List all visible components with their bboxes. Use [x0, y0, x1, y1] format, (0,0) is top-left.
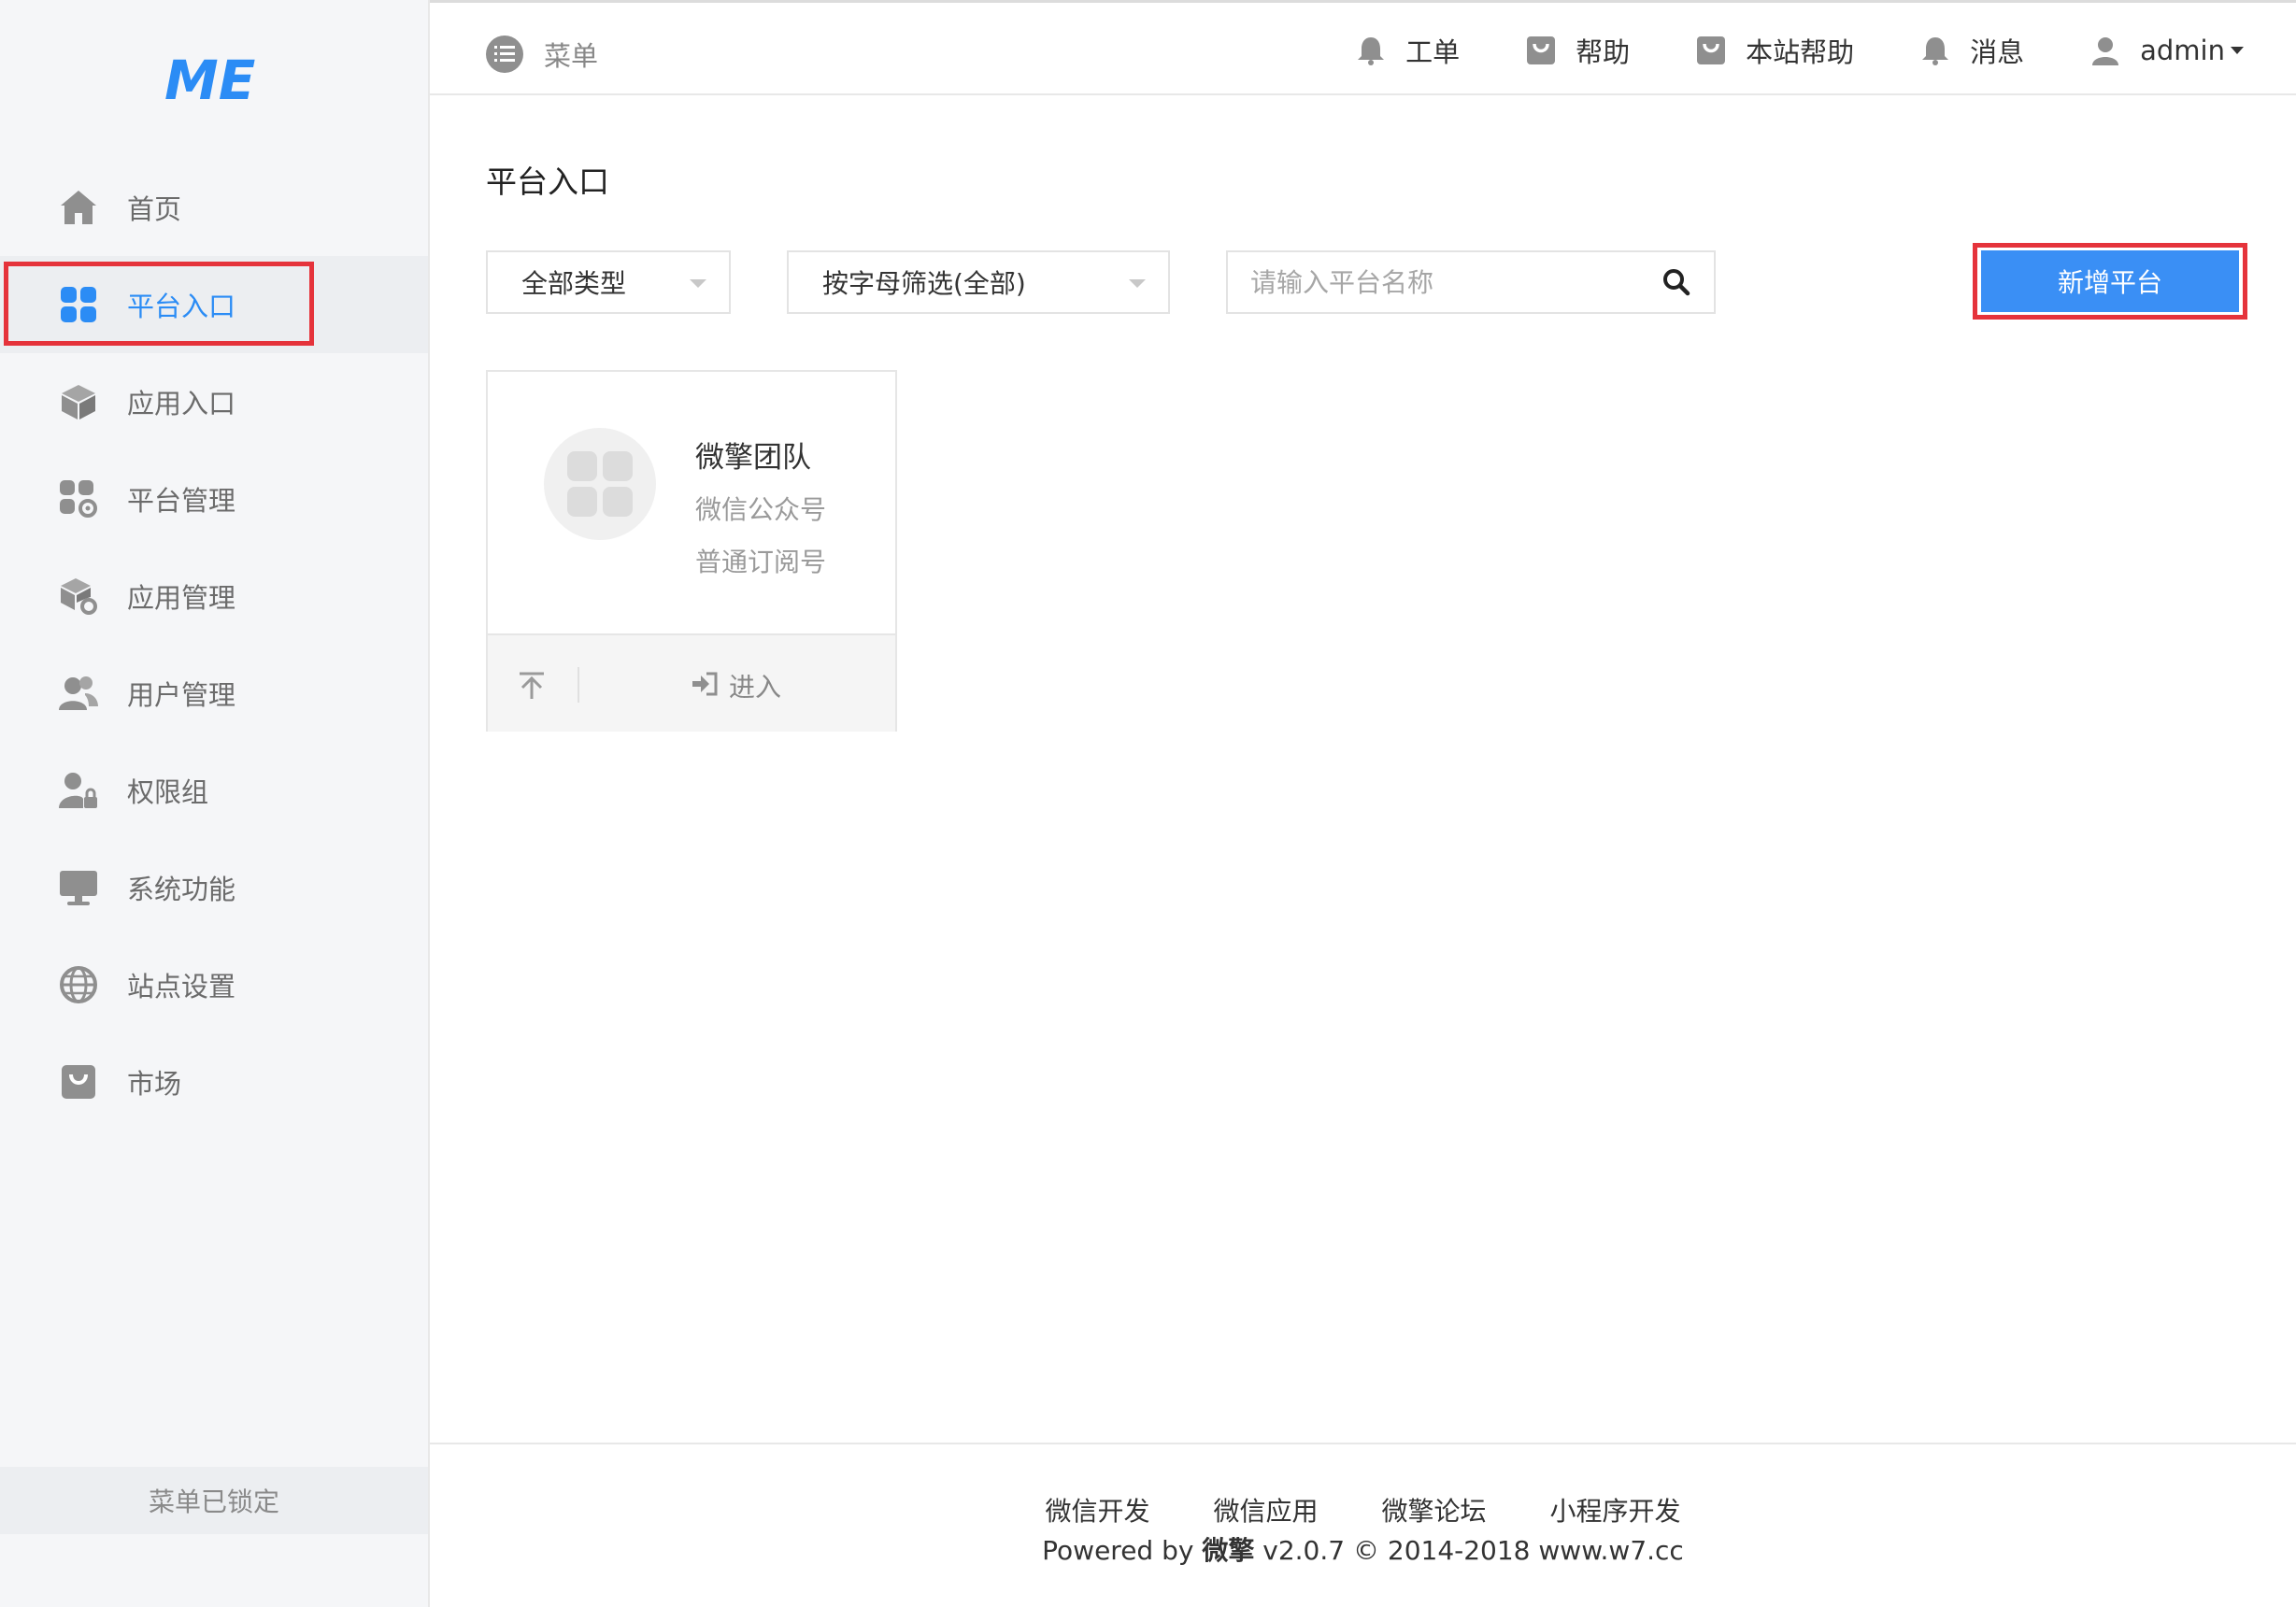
bag-icon [1525, 35, 1557, 66]
type-filter-select[interactable]: 全部类型 [486, 250, 731, 314]
search-input[interactable] [1228, 252, 1639, 312]
home-icon [58, 187, 99, 228]
grid-icon [567, 451, 633, 517]
topbar-link-help[interactable]: 帮助 [1525, 31, 1630, 70]
menu-locked-toggle[interactable]: 菜单已锁定 [0, 1467, 428, 1534]
users-icon [58, 673, 99, 714]
username: admin [2140, 35, 2225, 66]
sidebar-item-user-manage[interactable]: 用户管理 [0, 645, 428, 742]
sidebar-item-platform-manage[interactable]: 平台管理 [0, 450, 428, 548]
platform-name: 微擎团队 [695, 441, 811, 475]
chevron-down-icon [1129, 279, 1146, 288]
add-platform-button[interactable]: 新增平台 [1981, 250, 2239, 312]
pin-top-icon[interactable] [516, 669, 548, 701]
footer-links: 微信开发 微信应用 微擎论坛 小程序开发 [430, 1491, 2296, 1529]
letter-filter-value: 按字母筛选(全部) [822, 268, 1026, 299]
topbar-link-label: 消息 [1970, 36, 2025, 68]
sidebar-item-label: 平台管理 [127, 485, 236, 517]
powered-by: Powered by 微擎 v2.0.7 © 2014-2018 www.w7.… [430, 1530, 2296, 1568]
topbar-link-ticket[interactable]: 工单 [1355, 31, 1460, 70]
sidebar-item-app-entry[interactable]: 应用入口 [0, 353, 428, 450]
footer-link-forum[interactable]: 微擎论坛 [1382, 1491, 1487, 1529]
letter-filter-select[interactable]: 按字母筛选(全部) [787, 250, 1170, 314]
footer: 微信开发 微信应用 微擎论坛 小程序开发 Powered by 微擎 v2.0.… [430, 1443, 2296, 1607]
sidebar-item-home[interactable]: 首页 [0, 159, 428, 256]
platform-type: 微信公众号 [695, 494, 827, 525]
bell-icon [1919, 35, 1951, 66]
caret-down-icon [2231, 47, 2244, 54]
sidebar-item-platform-entry[interactable]: 平台入口 [0, 256, 428, 353]
cube-gear-icon [58, 576, 99, 617]
sidebar-nav: 首页 平台入口 应用入口 平台管理 应用管理 用户管理 权限组 系统功能 站点设… [0, 159, 428, 1131]
sidebar-item-label: 权限组 [127, 776, 209, 808]
platform-card: 微擎团队 微信公众号 普通订阅号 进入 [486, 370, 897, 732]
sidebar-item-permission-group[interactable]: 权限组 [0, 742, 428, 839]
type-filter-value: 全部类型 [521, 268, 627, 299]
list-icon [486, 36, 523, 73]
logo[interactable]: ME [164, 49, 262, 112]
platform-subtype: 普通订阅号 [695, 547, 827, 577]
user-lock-icon [58, 770, 99, 811]
footer-link-miniprogram[interactable]: 小程序开发 [1550, 1491, 1681, 1529]
enter-label: 进入 [729, 672, 782, 703]
sidebar-item-site-settings[interactable]: 站点设置 [0, 936, 428, 1033]
sidebar-item-label: 应用入口 [127, 388, 236, 420]
globe-icon [58, 964, 99, 1005]
bell-icon [1355, 35, 1387, 66]
grid-gear-icon [58, 478, 99, 519]
divider [578, 667, 579, 703]
page-title: 平台入口 [486, 164, 609, 200]
topbar-link-site-help[interactable]: 本站帮助 [1695, 31, 1854, 70]
chevron-down-icon [690, 279, 706, 288]
sign-in-icon [692, 672, 718, 700]
topbar-link-messages[interactable]: 消息 [1919, 31, 2024, 70]
sidebar-item-app-manage[interactable]: 应用管理 [0, 548, 428, 645]
topbar-link-label: 工单 [1405, 36, 1461, 68]
topbar-link-label: 帮助 [1576, 36, 1631, 68]
bag-icon [58, 1061, 99, 1102]
powered-suffix: v2.0.7 © 2014-2018 www.w7.cc [1254, 1535, 1684, 1566]
sidebar-item-label: 用户管理 [127, 679, 236, 711]
sidebar-item-market[interactable]: 市场 [0, 1033, 428, 1131]
logo-text: ME [164, 52, 255, 108]
menu-label: 菜单 [544, 40, 599, 72]
monitor-icon [58, 867, 99, 908]
sidebar-item-label: 站点设置 [127, 971, 236, 1003]
search-box [1226, 250, 1716, 314]
card-footer: 进入 [488, 633, 895, 732]
sidebar-item-label: 首页 [127, 193, 182, 225]
footer-link-wechat-apps[interactable]: 微信应用 [1213, 1491, 1318, 1529]
footer-link-wechat-dev[interactable]: 微信开发 [1045, 1491, 1149, 1529]
bag-icon [1695, 35, 1727, 66]
powered-prefix: Powered by [1042, 1535, 1203, 1566]
platform-avatar [544, 428, 656, 540]
top-links: 工单 帮助 本站帮助 消息 admin [1290, 31, 2244, 70]
topbar: 菜单 工单 帮助 本站帮助 消息 admin [430, 0, 2296, 95]
grid-icon [58, 284, 99, 325]
user-menu[interactable]: admin [2089, 35, 2244, 66]
search-icon[interactable] [1661, 267, 1691, 297]
sidebar-item-system[interactable]: 系统功能 [0, 839, 428, 936]
sidebar-item-label: 系统功能 [127, 874, 236, 905]
menu-toggle-button[interactable]: 菜单 [486, 35, 598, 74]
sidebar-item-label: 市场 [127, 1068, 182, 1100]
sidebar: ME 首页 平台入口 应用入口 平台管理 应用管理 用户管理 权限组 系统功能 … [0, 0, 430, 1607]
sidebar-item-label: 应用管理 [127, 582, 236, 614]
topbar-link-label: 本站帮助 [1746, 36, 1855, 68]
brand-name: 微擎 [1202, 1535, 1255, 1566]
cube-icon [58, 381, 99, 422]
enter-platform-button[interactable]: 进入 [692, 667, 781, 704]
sidebar-item-label: 平台入口 [127, 291, 236, 322]
user-icon [2089, 35, 2121, 66]
